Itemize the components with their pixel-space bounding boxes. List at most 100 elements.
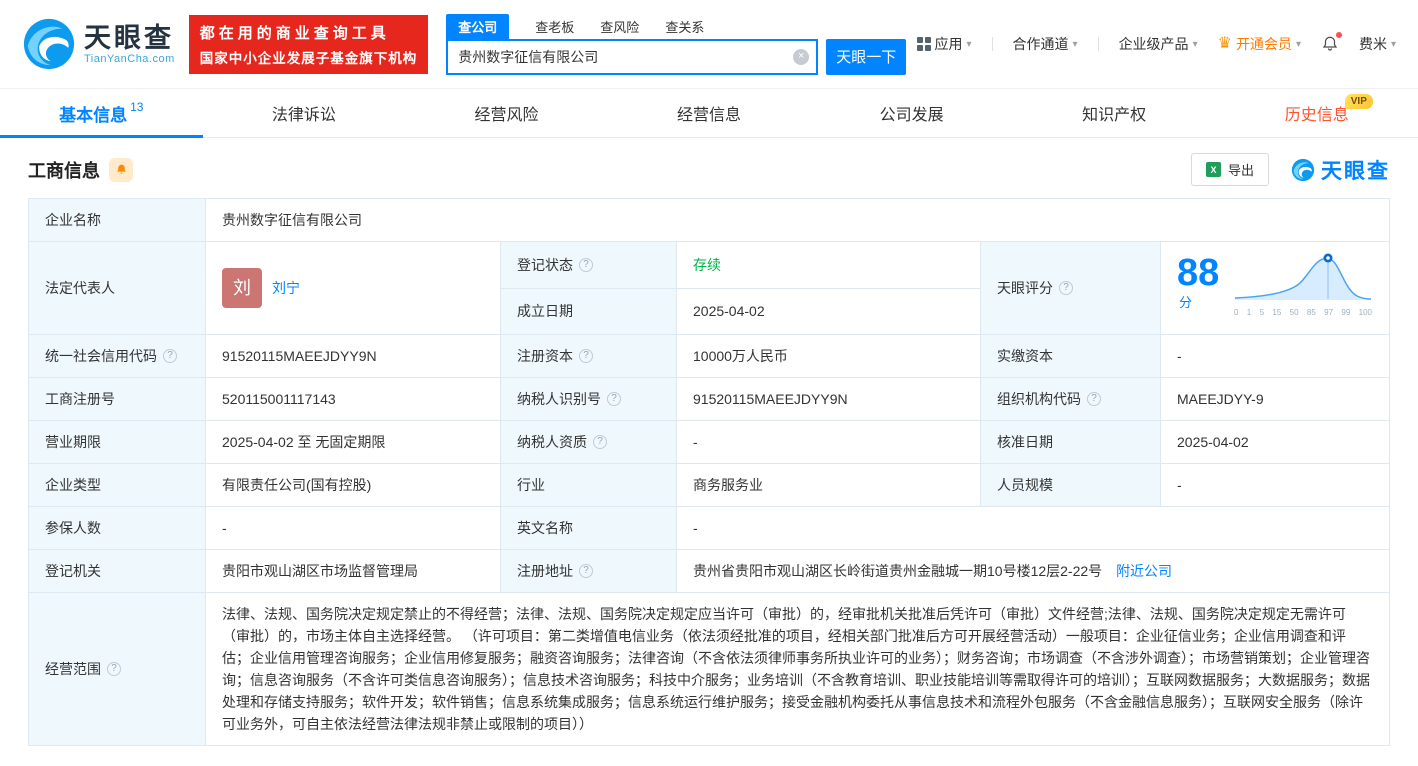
- field-value-credit-code: 91520115MAEEJDYY9N: [205, 334, 501, 378]
- field-value-insured-count: -: [205, 506, 501, 550]
- field-value-reg-capital: 10000万人民币: [676, 334, 981, 378]
- field-label-paid-capital: 实缴资本: [980, 334, 1161, 378]
- field-value-legal-rep: 刘 刘宁: [205, 241, 501, 335]
- label-text: 注册资本: [517, 348, 573, 364]
- label-text: 核准日期: [997, 434, 1053, 450]
- label-text: 企业类型: [45, 477, 101, 493]
- field-label-business-scope: 经营范围?: [28, 592, 206, 746]
- nav-apps[interactable]: 应用 ▾: [916, 34, 972, 54]
- help-icon[interactable]: ?: [107, 662, 121, 676]
- nav-enterprise[interactable]: 企业级产品 ▾: [1119, 34, 1198, 54]
- tab-operating-risk[interactable]: 经营风险: [405, 89, 608, 137]
- field-label-business-term: 营业期限: [28, 420, 206, 464]
- tab-intellectual-property[interactable]: 知识产权: [1013, 89, 1216, 137]
- field-value-taxpayer-quality: -: [676, 420, 981, 464]
- search-tab-boss[interactable]: 查老板: [535, 14, 574, 39]
- tianyancha-logo[interactable]: 天眼查 TianYanCha.com: [22, 17, 175, 71]
- value-text: 贵阳市观山湖区市场监督管理局: [222, 563, 418, 579]
- search-tab-company[interactable]: 查公司: [446, 13, 510, 39]
- tab-label: 历史信息: [1284, 107, 1349, 124]
- field-label-taxpayer-quality: 纳税人资质?: [500, 420, 677, 464]
- business-info-table: 企业名称 贵州数字征信有限公司 法定代表人 刘 刘宁 登记状态? 存续 天眼评分…: [28, 198, 1390, 746]
- field-value-english-name: -: [676, 506, 1390, 550]
- label-text: 登记状态: [517, 256, 573, 273]
- label-text: 法定代表人: [45, 280, 115, 296]
- tab-history-info[interactable]: 历史信息 VIP: [1215, 89, 1418, 137]
- field-label-reg-capital: 注册资本?: [500, 334, 677, 378]
- banner-line2: 国家中小企业发展子基金旗下机构: [199, 50, 418, 66]
- notification-dot: [1335, 32, 1342, 38]
- legal-rep-link[interactable]: 刘宁: [272, 277, 300, 299]
- label-text: 参保人数: [45, 520, 101, 536]
- field-label-reg-authority: 登记机关: [28, 549, 206, 593]
- field-value-reg-address: 贵州省贵阳市观山湖区长岭街道贵州金融城一期10号楼12层2-22号 附近公司: [676, 549, 1390, 593]
- clear-x: ×: [798, 50, 805, 62]
- value-text: 2025-04-02: [693, 303, 765, 320]
- value-text: 2025-04-02 至 无固定期限: [222, 434, 386, 450]
- help-icon[interactable]: ?: [579, 257, 593, 272]
- help-icon[interactable]: ?: [579, 349, 593, 363]
- field-value-industry: 商务服务业: [676, 463, 981, 507]
- value-text: -: [693, 520, 698, 536]
- value-text: 法律、法规、国务院决定规定禁止的不得经营；法律、法规、国务院决定规定应当许可（审…: [222, 606, 1370, 732]
- value-text: 商务服务业: [693, 477, 763, 493]
- field-label-taxpayer-id: 纳税人识别号?: [500, 377, 677, 421]
- help-icon[interactable]: ?: [1059, 281, 1073, 295]
- label-text: 纳税人资质: [517, 434, 587, 450]
- nav-partner-label: 合作通道: [1012, 36, 1069, 52]
- tab-operating-info[interactable]: 经营信息: [608, 89, 811, 137]
- value-text: 520115001117143: [222, 391, 336, 407]
- help-icon[interactable]: ?: [1087, 392, 1101, 406]
- vip-badge: VIP: [1344, 94, 1373, 109]
- field-value-establish-date: 2025-04-02: [676, 287, 981, 335]
- search-input[interactable]: [446, 38, 819, 75]
- nav-user[interactable]: 费米 ▾: [1359, 34, 1396, 54]
- tab-label: 基本信息: [59, 105, 128, 125]
- label-text: 成立日期: [517, 303, 573, 320]
- search-row: × 天眼一下: [446, 38, 907, 75]
- subscribe-bell-icon[interactable]: [109, 157, 133, 182]
- bell-icon: [1322, 36, 1338, 51]
- legal-rep-avatar[interactable]: 刘: [222, 268, 262, 308]
- tab-basic-info[interactable]: 基本信息 13: [0, 89, 203, 138]
- address-text: 贵州省贵阳市观山湖区长岭街道贵州金融城一期10号楼12层2-22号: [693, 563, 1103, 579]
- help-icon[interactable]: ?: [607, 392, 621, 406]
- value-text: -: [693, 434, 698, 450]
- field-label-org-code: 组织机构代码?: [980, 377, 1161, 421]
- field-label-establish-date: 成立日期: [500, 287, 677, 335]
- clear-search-icon[interactable]: ×: [793, 48, 810, 65]
- nearby-companies-link[interactable]: 附近公司: [1116, 563, 1172, 579]
- value-text: -: [222, 520, 227, 536]
- nav-vip-membership[interactable]: ♛ 开通会员 ▾: [1218, 34, 1301, 54]
- chevron-down-icon: ▾: [1295, 38, 1301, 50]
- help-icon[interactable]: ?: [593, 435, 607, 449]
- help-icon[interactable]: ?: [579, 564, 593, 578]
- tab-company-development[interactable]: 公司发展: [810, 89, 1013, 137]
- search-tab-relation[interactable]: 查关系: [665, 14, 704, 39]
- nav-divider: [1097, 37, 1099, 51]
- value-text: -: [1177, 477, 1182, 493]
- search-tab-risk[interactable]: 查风险: [600, 14, 639, 39]
- export-button[interactable]: X 导出: [1190, 153, 1269, 186]
- notification-bell-icon[interactable]: [1321, 32, 1342, 53]
- field-label-insured-count: 参保人数: [28, 506, 206, 550]
- value-text: 2025-04-02: [1177, 434, 1249, 450]
- field-value-staff-size: -: [1160, 463, 1390, 507]
- field-label-legal-rep: 法定代表人: [28, 241, 206, 335]
- tab-legal-proceedings[interactable]: 法律诉讼: [203, 89, 406, 137]
- nav-partner[interactable]: 合作通道 ▾: [1013, 34, 1078, 54]
- search-button[interactable]: 天眼一下: [826, 38, 907, 75]
- field-value-reg-status: 存续: [676, 241, 981, 289]
- field-value-taxpayer-id: 91520115MAEEJDYY9N: [676, 377, 981, 421]
- label-text: 组织机构代码: [997, 391, 1081, 407]
- tianyancha-company-page: 天眼查 TianYanCha.com 都在用的商业查询工具 国家中小企业发展子基…: [0, 0, 1418, 766]
- value-text: 贵州数字征信有限公司: [222, 212, 362, 228]
- row-reg-number: 工商注册号 520115001117143 纳税人识别号? 91520115MA…: [28, 377, 1390, 421]
- header: 天眼查 TianYanCha.com 都在用的商业查询工具 国家中小企业发展子基…: [0, 0, 1418, 88]
- value-text: 有限责任公司(国有控股): [222, 477, 372, 493]
- section-actions: X 导出 天眼查: [1190, 153, 1390, 186]
- field-label-score: 天眼评分?: [980, 241, 1161, 335]
- field-value-business-scope: 法律、法规、国务院决定规定禁止的不得经营；法律、法规、国务院决定规定应当许可（审…: [205, 592, 1390, 746]
- excel-icon: X: [1205, 162, 1221, 177]
- help-icon[interactable]: ?: [163, 349, 177, 363]
